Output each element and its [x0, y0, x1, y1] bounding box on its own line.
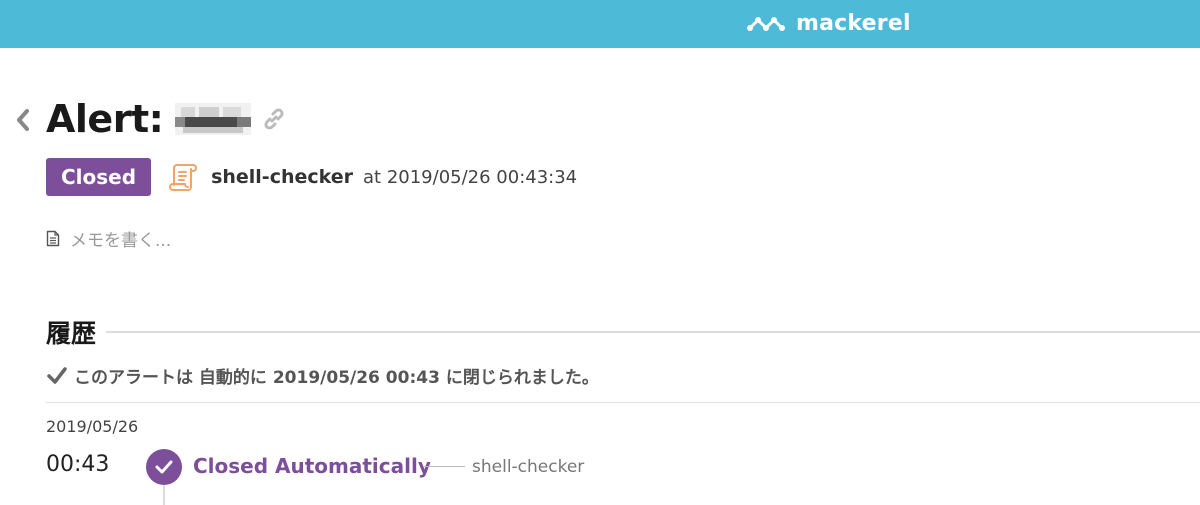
status-badge: Closed	[46, 158, 152, 196]
link-icon[interactable]	[261, 106, 287, 132]
history-title: 履歴	[46, 319, 97, 348]
memo-editor[interactable]: メモを書く...	[46, 226, 171, 251]
history-divider	[46, 402, 1200, 403]
event-status-dot	[146, 449, 182, 485]
alert-opened-time: at 2019/05/26 00:43:34	[363, 166, 578, 188]
chevron-left-icon	[17, 109, 29, 131]
alert-status-row: Closed shell-checker at 2019/05/26 00:43…	[46, 158, 577, 196]
auto-closed-notice: このアラートは 自動的に 2019/05/26 00:43 に閉じられました。	[46, 363, 599, 388]
brand-name: mackerel	[796, 11, 911, 36]
section-divider	[106, 331, 1200, 333]
event-date: 2019/05/26	[46, 417, 139, 436]
brand-logo[interactable]: mackerel	[746, 11, 911, 36]
checkmark-icon	[47, 366, 67, 384]
mackerel-logo-icon	[747, 16, 785, 31]
alert-header: Alert:	[46, 96, 287, 142]
top-bar: mackerel	[0, 0, 1200, 48]
document-icon	[46, 230, 60, 247]
script-icon	[167, 161, 199, 193]
memo-placeholder: メモを書く...	[70, 231, 172, 251]
event-label: Closed Automatically	[193, 454, 431, 478]
auto-closed-text: このアラートは 自動的に 2019/05/26 00:43 に閉じられました。	[74, 368, 599, 388]
redacted-alert-name	[175, 103, 252, 135]
event-time: 00:43	[46, 452, 110, 477]
history-section-header: 履歴	[46, 314, 1200, 350]
monitor-name-link[interactable]: shell-checker	[211, 166, 353, 188]
event-connector	[423, 466, 465, 467]
timeline-line	[163, 485, 165, 505]
page-title: Alert:	[46, 97, 164, 141]
back-button[interactable]	[12, 106, 34, 134]
check-icon	[155, 460, 173, 474]
event-source: shell-checker	[472, 457, 585, 477]
